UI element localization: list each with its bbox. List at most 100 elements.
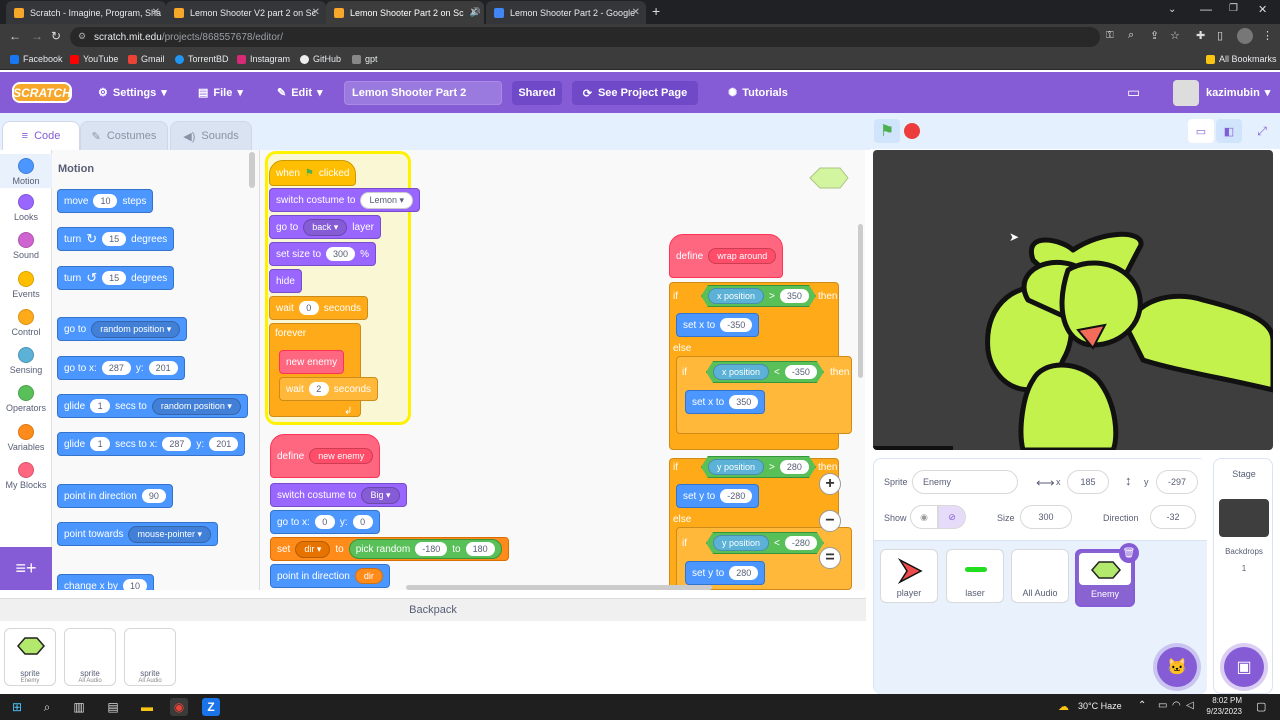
- zoom-app-icon[interactable]: Z: [202, 698, 220, 716]
- key-icon[interactable]: ⚿: [1106, 30, 1114, 41]
- zoom-out-button[interactable]: −: [819, 510, 841, 532]
- project-title-input[interactable]: Lemon Shooter Part 2: [344, 81, 502, 105]
- url-field[interactable]: ⚙ scratch.mit.edu/projects/868557678/edi…: [70, 27, 1100, 47]
- shared-button[interactable]: Shared: [512, 81, 562, 105]
- block-point-in-direction-dir[interactable]: point in direction dir: [270, 564, 390, 588]
- backpack-header[interactable]: Backpack: [0, 599, 866, 621]
- bookmark-youtube[interactable]: YouTube: [70, 54, 118, 64]
- browser-tab[interactable]: Lemon Shooter V2 part 2 on Sc ✕: [166, 1, 326, 24]
- block-set-dir[interactable]: set dir ▾ to pick random -180 to 180: [270, 537, 509, 561]
- block-go-to-xy[interactable]: go to x: 287 y: 201: [57, 356, 185, 380]
- backpack-item[interactable]: sprite Enemy: [4, 628, 56, 686]
- condition-x-gt[interactable]: x position >350: [701, 285, 816, 307]
- bookmark-github[interactable]: GitHub: [300, 54, 341, 64]
- notifications-icon[interactable]: ▢: [1256, 700, 1266, 713]
- script-v-scrollbar[interactable]: [858, 224, 863, 378]
- sprite-tile-laser[interactable]: laser: [946, 549, 1004, 603]
- wifi-icon[interactable]: ◠: [1172, 700, 1181, 711]
- block-pick-random[interactable]: pick random -180 to 180: [348, 539, 502, 559]
- browser-tab[interactable]: Lemon Shooter Part 2 - Google ✕: [486, 1, 646, 24]
- hide-sprite-button[interactable]: ⊘: [938, 505, 966, 529]
- file-explorer-icon[interactable]: ▬: [138, 698, 156, 716]
- green-flag-button[interactable]: ⚑: [874, 119, 900, 143]
- back-icon[interactable]: ←: [9, 29, 21, 43]
- choose-backdrop-button[interactable]: ▣: [1224, 647, 1264, 687]
- block-switch-costume[interactable]: switch costume to Lemon ▾: [269, 188, 421, 212]
- block-turn-right[interactable]: turn ↻ 15 degrees: [57, 227, 175, 251]
- palette-scrollbar[interactable]: [249, 152, 255, 188]
- block-glide-random[interactable]: glide 1 secs to random position ▾: [57, 394, 248, 418]
- add-extension-button[interactable]: ≡+: [0, 547, 52, 590]
- tab-code[interactable]: ≡ Code: [2, 121, 80, 150]
- block-define-wrap-around[interactable]: define wrap around: [669, 234, 784, 278]
- forward-icon[interactable]: →: [31, 29, 43, 43]
- stage-canvas[interactable]: ➤: [873, 150, 1273, 450]
- close-tab-icon[interactable]: ✕: [312, 7, 320, 18]
- category-sound[interactable]: Sound: [0, 232, 52, 260]
- delete-sprite-button[interactable]: 🗑: [1119, 543, 1139, 563]
- more-menu-icon[interactable]: ⋮: [1262, 29, 1273, 42]
- site-info-icon[interactable]: ⚙: [78, 31, 86, 42]
- large-stage-button[interactable]: ◧: [1216, 119, 1242, 143]
- network-icon[interactable]: ▭: [1158, 700, 1167, 711]
- zoom-icon[interactable]: ⌕: [1128, 29, 1134, 42]
- category-my-blocks[interactable]: My Blocks: [0, 462, 52, 490]
- sprite-direction-input[interactable]: -32: [1150, 505, 1196, 529]
- bookmark-torrentbd[interactable]: TorrentBD: [175, 54, 229, 64]
- volume-icon[interactable]: ◁: [1186, 700, 1194, 711]
- block-set-y-pos[interactable]: set y to 280: [685, 561, 766, 585]
- minimize-icon[interactable]: —: [1200, 2, 1212, 16]
- block-go-to-xy-zero[interactable]: go to x: 0 y: 0: [270, 510, 380, 534]
- settings-menu[interactable]: ⚙ Settings ▾: [98, 72, 167, 113]
- zoom-in-button[interactable]: +: [819, 473, 841, 495]
- block-glide-xy[interactable]: glide 1 secs to x: 287 y: 201: [57, 432, 246, 456]
- condition-y-lt[interactable]: y position < -280: [706, 532, 824, 554]
- stop-button[interactable]: [904, 123, 920, 139]
- bookmark-gmail[interactable]: Gmail: [128, 54, 165, 64]
- category-variables[interactable]: Variables: [0, 424, 52, 452]
- block-turn-left[interactable]: turn ↺ 15 degrees: [57, 266, 175, 290]
- block-set-y-neg[interactable]: set y to -280: [676, 484, 760, 508]
- block-point-direction[interactable]: point in direction 90: [57, 484, 173, 508]
- tab-search-icon[interactable]: ⌄: [1168, 4, 1176, 15]
- block-wait-2[interactable]: wait 2 seconds: [279, 377, 379, 401]
- browser-tab[interactable]: Scratch - Imagine, Program, Sha ✕: [6, 1, 166, 24]
- block-point-towards[interactable]: point towards mouse-pointer ▾: [57, 522, 219, 546]
- close-tab-icon[interactable]: ✕: [470, 7, 478, 18]
- sprite-tile-player[interactable]: player: [880, 549, 938, 603]
- sprite-y-input[interactable]: -297: [1156, 470, 1198, 494]
- backpack-item[interactable]: sprite All Audio: [64, 628, 116, 686]
- close-tab-icon[interactable]: ✕: [632, 7, 640, 18]
- block-hide[interactable]: hide: [269, 269, 302, 293]
- block-set-size[interactable]: set size to 300%: [269, 242, 376, 266]
- new-tab-icon[interactable]: +: [652, 3, 660, 19]
- block-set-x-pos[interactable]: set x to 350: [685, 390, 766, 414]
- tutorials-button[interactable]: ✺ Tutorials: [728, 72, 788, 113]
- condition-x-lt[interactable]: x position < -350: [706, 361, 824, 383]
- choose-sprite-button[interactable]: 🐱: [1157, 647, 1197, 687]
- block-call-new-enemy[interactable]: new enemy: [279, 350, 345, 374]
- profile-avatar[interactable]: [1237, 28, 1253, 44]
- search-icon[interactable]: ⌕: [38, 698, 56, 716]
- extensions-icon[interactable]: ✚: [1196, 29, 1205, 42]
- sprite-size-input[interactable]: 300: [1020, 505, 1072, 529]
- start-icon[interactable]: ⊞: [8, 698, 26, 716]
- category-events[interactable]: Events: [0, 271, 52, 299]
- category-sensing[interactable]: Sensing: [0, 347, 52, 375]
- all-bookmarks[interactable]: All Bookmarks: [1206, 54, 1277, 64]
- block-go-to[interactable]: go to random position ▾: [57, 317, 188, 341]
- scratch-logo[interactable]: SCRATCH: [12, 82, 72, 103]
- script-area[interactable]: when ⚑ clicked switch costume to Lemon ▾ go…: [260, 150, 865, 590]
- file-menu[interactable]: ▤ File ▾: [198, 72, 243, 113]
- tab-sounds[interactable]: ◀) Sounds: [170, 121, 252, 150]
- task-view-icon[interactable]: ▥: [70, 698, 88, 716]
- close-window-icon[interactable]: ✕: [1258, 3, 1267, 16]
- category-control[interactable]: Control: [0, 309, 52, 337]
- stage-thumbnail[interactable]: [1219, 499, 1269, 537]
- category-looks[interactable]: Looks: [0, 194, 52, 222]
- block-switch-costume-big[interactable]: switch costume to Big ▾: [270, 483, 407, 507]
- block-wait[interactable]: wait 0 seconds: [269, 296, 369, 320]
- bookmark-star-icon[interactable]: ☆: [1170, 29, 1180, 42]
- block-when-flag-clicked[interactable]: when ⚑ clicked: [269, 160, 357, 186]
- category-operators[interactable]: Operators: [0, 385, 52, 413]
